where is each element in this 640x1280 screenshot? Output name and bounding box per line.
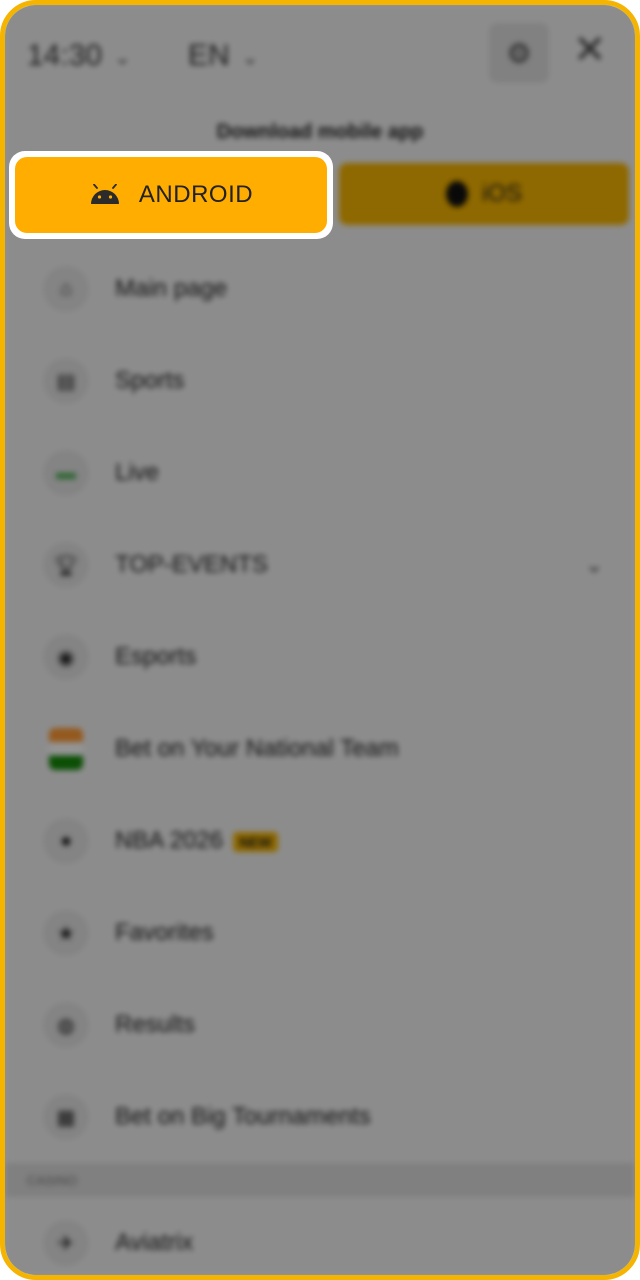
android-label: ANDROID bbox=[138, 181, 254, 208]
android-button-highlight: ANDROID bbox=[9, 151, 333, 239]
android-icon bbox=[90, 184, 119, 204]
android-download-button[interactable]: ANDROID bbox=[15, 157, 327, 233]
app-frame: 14:30 ⌄ EN ⌄ ⚙ ✕ Download mobile app iOS ⌂… bbox=[0, 0, 640, 1280]
